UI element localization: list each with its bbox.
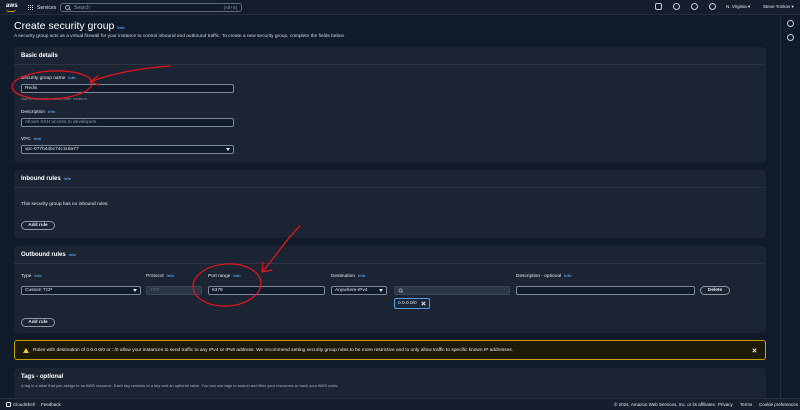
rule-description-input[interactable] <box>516 286 695 295</box>
info-link[interactable]: Info <box>117 25 124 30</box>
caret-down-icon <box>133 289 137 292</box>
account-menu[interactable]: Steve Yonkov ▾ <box>763 4 794 10</box>
panel-heading: Outbound rules Info <box>14 246 766 264</box>
search-icon <box>65 5 70 10</box>
cloudshell-icon[interactable] <box>655 3 662 10</box>
port-range-input[interactable]: 6379 <box>208 286 325 295</box>
page-title: Create security group Info <box>14 20 125 32</box>
vpc-select[interactable]: vpc-077b44bc74c118a77 <box>21 145 234 154</box>
destination-column-label: Destination Info <box>331 273 366 279</box>
vpc-label: VPC Info <box>21 136 42 142</box>
page-description: A security group acts as a virtual firew… <box>14 34 345 39</box>
search-input[interactable]: Search [Alt+S] <box>60 3 242 12</box>
services-menu-button[interactable]: Services <box>28 3 56 12</box>
services-label: Services <box>37 4 57 11</box>
destination-select[interactable]: Anywhere-IPv4 <box>331 286 387 295</box>
top-navigation-bar: aws Services Search [Alt+S] N. Virginia … <box>0 0 800 15</box>
description-column-label: Description - optional Info <box>516 273 572 279</box>
caret-down-icon <box>226 148 230 151</box>
type-select[interactable]: Custom TCP <box>21 286 141 295</box>
cidr-search-input[interactable] <box>394 286 510 295</box>
settings-gear-icon[interactable] <box>709 3 716 10</box>
inbound-rules-panel: Inbound rules Info This security group ha… <box>14 170 766 238</box>
aws-logo-smile-icon <box>6 9 16 12</box>
search-shortcut: [Alt+S] <box>223 5 237 10</box>
help-icon[interactable] <box>691 3 698 10</box>
info-panel-icon[interactable] <box>787 20 794 27</box>
notifications-bell-icon[interactable] <box>673 3 680 10</box>
security-group-name-input[interactable]: Redis <box>21 84 234 93</box>
panel-heading: Inbound rules Info <box>14 170 766 188</box>
basic-details-panel: Basic details Security group name Info Re… <box>14 47 766 163</box>
destination-value: Anywhere-IPv4 <box>335 288 368 293</box>
terms-link[interactable]: Terms <box>740 402 752 407</box>
warning-icon <box>23 347 29 353</box>
grid-icon <box>28 4 34 11</box>
search-placeholder: Search <box>74 4 90 11</box>
description-input[interactable]: Allows SSH access to developers <box>21 118 234 127</box>
cloudshell-icon <box>6 402 11 407</box>
delete-rule-button[interactable]: Delete <box>700 286 730 295</box>
warning-alert: Rules with destination of 0.0.0.0/0 or :… <box>14 340 766 360</box>
inbound-empty-text: This security group has no inbound rules… <box>21 202 109 207</box>
right-utility-rail <box>780 15 800 398</box>
tags-panel: Tags - optional A tag is a label that yo… <box>14 368 766 398</box>
privacy-link[interactable]: Privacy <box>718 402 733 407</box>
vpc-value: vpc-077b44bc74c118a77 <box>25 147 79 152</box>
alert-text: Rules with destination of 0.0.0.0/0 or :… <box>33 347 514 353</box>
caret-down-icon <box>379 289 383 292</box>
add-inbound-rule-button[interactable]: Add rule <box>21 221 55 230</box>
search-icon <box>398 288 403 293</box>
name-hint: Name cannot be edited after creation. <box>21 96 88 101</box>
remove-token-close-icon[interactable] <box>421 301 426 306</box>
dismiss-alert-close-icon[interactable] <box>752 348 757 353</box>
console-footer: CloudShell Feedback © 2024, Amazon Web S… <box>0 398 800 410</box>
feedback-link[interactable]: Feedback <box>41 402 61 407</box>
cidr-token: 0.0.0.0/0 <box>394 298 430 309</box>
cookie-preferences-link[interactable]: Cookie preferences <box>759 402 798 407</box>
protocol-column-label: Protocol Info <box>146 273 174 279</box>
outbound-rules-panel: Outbound rules Info Type Info Protocol Info… <box>14 246 766 333</box>
panel-heading: Basic details <box>14 47 766 65</box>
cloudshell-link[interactable]: CloudShell <box>13 402 35 407</box>
copyright-text: © 2024, Amazon Web Services, Inc. or its… <box>614 402 716 407</box>
region-selector[interactable]: N. Virginia ▾ <box>726 4 750 10</box>
cidr-token-label: 0.0.0.0/0 <box>398 301 417 306</box>
clock-icon[interactable] <box>787 34 794 41</box>
protocol-input: TCP <box>146 286 202 295</box>
type-column-label: Type Info <box>21 273 42 279</box>
security-group-name-label: Security group name Info <box>21 75 76 81</box>
port-range-column-label: Port range Info <box>208 273 241 279</box>
tags-heading: Tags - optional <box>21 374 64 380</box>
tags-description: A tag is a label that you assign to an A… <box>21 383 339 388</box>
description-label: Description Info <box>21 109 56 115</box>
add-outbound-rule-button[interactable]: Add rule <box>21 318 55 327</box>
type-value: Custom TCP <box>25 288 53 293</box>
